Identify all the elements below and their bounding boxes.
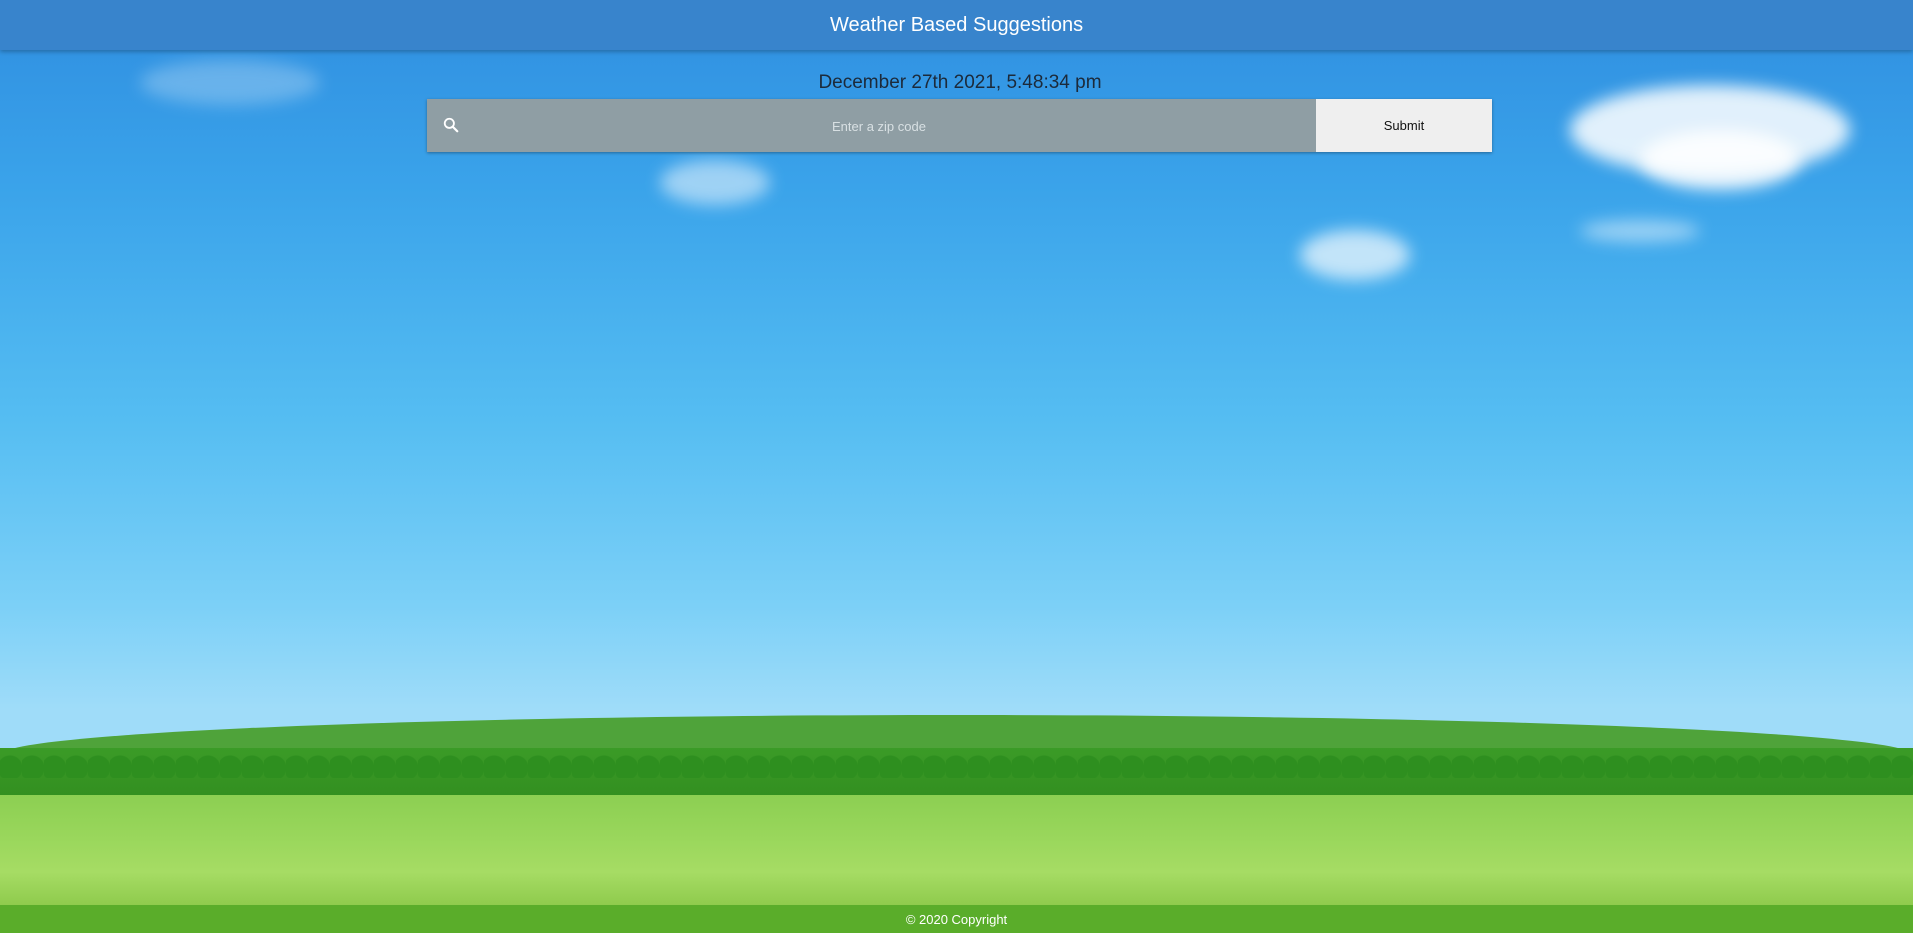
cloud	[660, 160, 770, 205]
submit-button[interactable]: Submit	[1316, 99, 1492, 152]
cloud	[1580, 220, 1700, 242]
cloud	[1640, 130, 1800, 190]
zip-search-bar: Submit	[427, 99, 1492, 154]
copyright-text: © 2020 Copyright	[905, 911, 1008, 927]
zip-search-field[interactable]	[427, 99, 1316, 154]
green-field	[0, 795, 1913, 905]
page-title: Weather Based Suggestions	[829, 13, 1084, 36]
footer: © 2020 Copyright	[0, 905, 1913, 933]
cloud	[1300, 230, 1410, 280]
search-icon	[441, 115, 461, 135]
page-background: Weather Based Suggestions December 27th …	[0, 0, 1913, 933]
current-datetime: December 27th 2021, 5:48:34 pm	[818, 72, 1102, 93]
top-app-bar: Weather Based Suggestions	[0, 0, 1913, 50]
zip-code-input[interactable]	[467, 99, 1291, 154]
